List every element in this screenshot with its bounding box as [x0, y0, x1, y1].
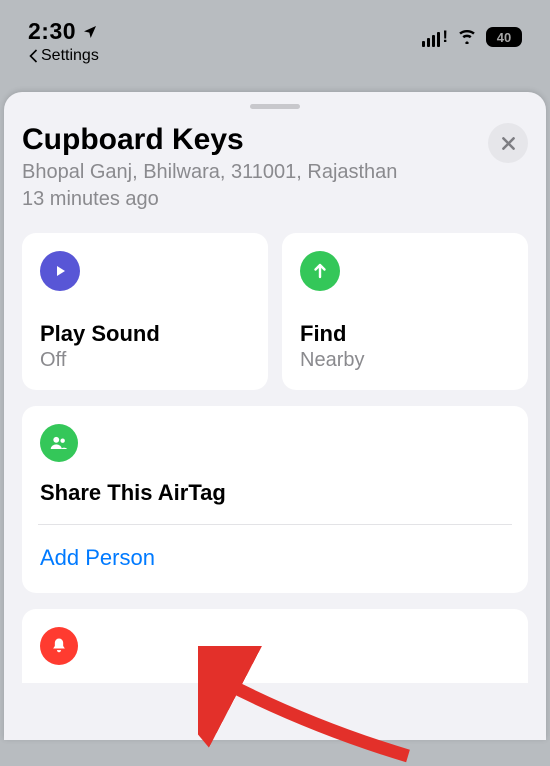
- status-right: ! 40: [422, 24, 522, 50]
- bell-icon: [40, 627, 78, 665]
- find-status: Nearby: [300, 349, 510, 372]
- battery-icon: 40: [486, 27, 522, 47]
- time-label: 2:30: [28, 18, 76, 45]
- play-sound-title: Play Sound: [40, 321, 250, 347]
- status-bar: 2:30 Settings ! 40: [0, 0, 550, 67]
- status-time: 2:30: [28, 18, 98, 45]
- signal-icon: [422, 31, 440, 47]
- wifi-icon: [456, 24, 478, 50]
- play-icon: [40, 251, 80, 291]
- play-sound-status: Off: [40, 349, 250, 372]
- sheet-grabber[interactable]: [250, 104, 300, 109]
- notifications-card[interactable]: [22, 609, 528, 683]
- signal-alert-icon: !: [442, 27, 448, 47]
- back-label: Settings: [41, 47, 99, 65]
- share-card: Share This AirTag Add Person: [22, 406, 528, 593]
- up-arrow-icon: [300, 251, 340, 291]
- back-to-settings[interactable]: Settings: [28, 47, 99, 65]
- battery-level: 40: [497, 30, 511, 45]
- item-title: Cupboard Keys: [22, 123, 397, 157]
- find-title: Find: [300, 321, 510, 347]
- play-sound-card[interactable]: Play Sound Off: [22, 233, 268, 390]
- location-arrow-icon: [82, 24, 98, 40]
- chevron-left-icon: [28, 49, 39, 63]
- people-icon: [40, 424, 78, 462]
- share-title: Share This AirTag: [40, 480, 510, 524]
- detail-sheet: Cupboard Keys Bhopal Ganj, Bhilwara, 311…: [4, 92, 546, 740]
- sheet-heading: Cupboard Keys Bhopal Ganj, Bhilwara, 311…: [22, 123, 397, 213]
- item-updated: 13 minutes ago: [22, 186, 397, 213]
- item-location: Bhopal Ganj, Bhilwara, 311001, Rajasthan: [22, 159, 397, 186]
- add-person-button[interactable]: Add Person: [40, 525, 510, 593]
- close-icon: [500, 135, 517, 152]
- close-button[interactable]: [488, 123, 528, 163]
- find-card[interactable]: Find Nearby: [282, 233, 528, 390]
